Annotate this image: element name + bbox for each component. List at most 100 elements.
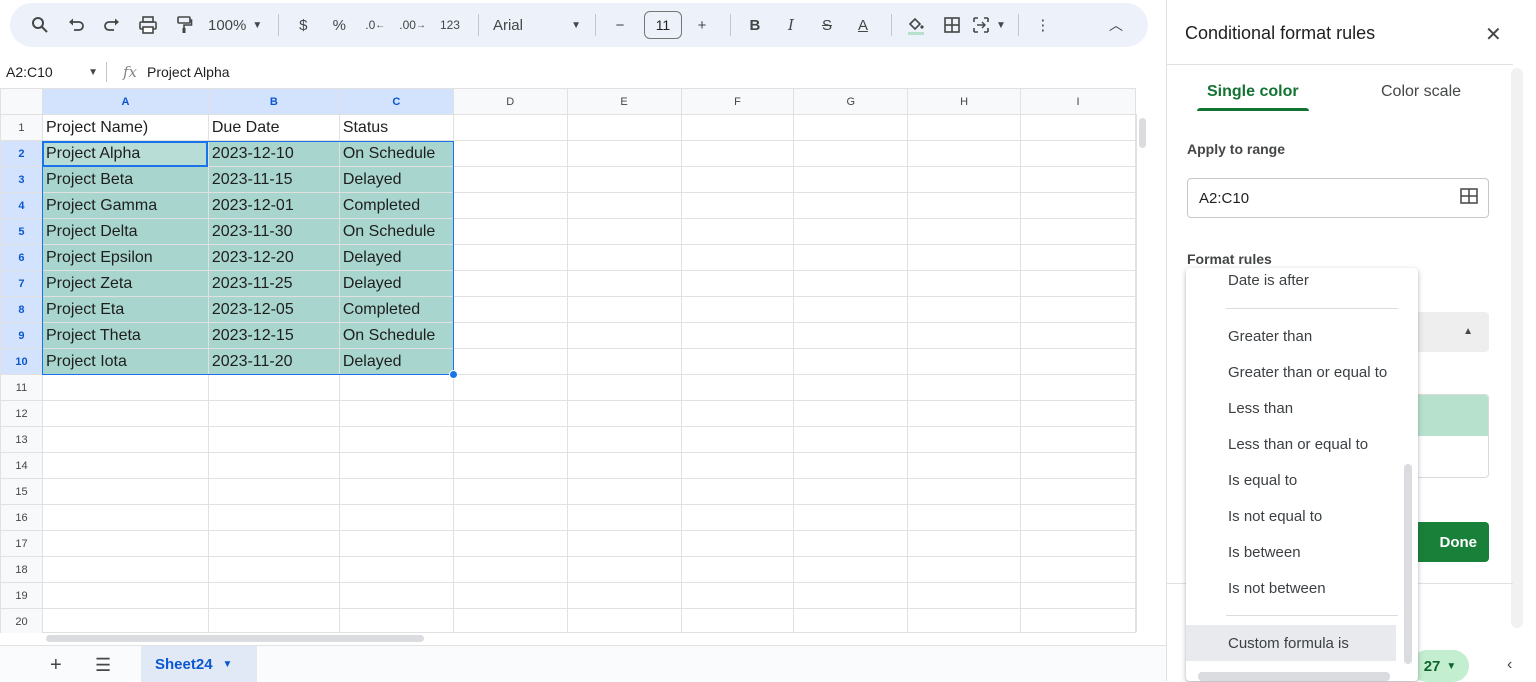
cell[interactable] bbox=[207, 530, 340, 557]
cell[interactable]: Delayed bbox=[338, 166, 454, 193]
cell[interactable] bbox=[338, 530, 454, 557]
cell[interactable] bbox=[452, 452, 568, 479]
cell[interactable] bbox=[680, 478, 795, 505]
zoom-select[interactable]: 100% ▼ bbox=[204, 9, 266, 41]
column-header[interactable]: D bbox=[452, 88, 568, 115]
column-header[interactable]: I bbox=[1020, 88, 1136, 115]
cell[interactable] bbox=[793, 426, 909, 453]
cell[interactable]: Delayed bbox=[338, 270, 454, 297]
cell[interactable] bbox=[1020, 374, 1136, 401]
cell[interactable] bbox=[41, 504, 209, 531]
cell[interactable]: 2023-12-10 bbox=[207, 140, 340, 167]
cell[interactable] bbox=[207, 426, 340, 453]
cell[interactable] bbox=[1020, 478, 1136, 505]
cell[interactable] bbox=[566, 530, 682, 557]
cell[interactable] bbox=[338, 504, 454, 531]
font-select[interactable]: Arial ▼ bbox=[487, 17, 587, 34]
row-header[interactable]: 3 bbox=[0, 166, 43, 193]
row-header[interactable]: 7 bbox=[0, 270, 43, 297]
row-header[interactable]: 1 bbox=[0, 114, 43, 141]
cell[interactable] bbox=[452, 244, 568, 271]
fill-color-icon[interactable] bbox=[900, 9, 932, 41]
cell[interactable] bbox=[907, 608, 1022, 633]
search-menus-icon[interactable] bbox=[24, 9, 56, 41]
add-sheet-icon[interactable]: + bbox=[50, 654, 62, 677]
cell[interactable] bbox=[1020, 244, 1136, 271]
cell[interactable] bbox=[338, 608, 454, 633]
cell[interactable]: Project Theta bbox=[41, 322, 209, 349]
cell[interactable] bbox=[793, 556, 909, 583]
cell[interactable]: 2023-11-15 bbox=[207, 166, 340, 193]
cell[interactable] bbox=[452, 166, 568, 193]
cell[interactable] bbox=[452, 530, 568, 557]
menu-item-date-after[interactable]: Date is after bbox=[1186, 268, 1418, 298]
row-header[interactable]: 17 bbox=[0, 530, 43, 557]
scroll-thumb[interactable] bbox=[1139, 118, 1146, 148]
cell[interactable] bbox=[793, 582, 909, 609]
cell[interactable] bbox=[452, 192, 568, 219]
explore-chip[interactable]: 27 ▼ bbox=[1411, 650, 1469, 682]
cell[interactable] bbox=[1020, 270, 1136, 297]
cell[interactable] bbox=[452, 114, 568, 141]
cell[interactable] bbox=[680, 400, 795, 427]
row-header[interactable]: 11 bbox=[0, 374, 43, 401]
cell[interactable] bbox=[452, 296, 568, 323]
cell[interactable] bbox=[680, 244, 795, 271]
cell[interactable] bbox=[566, 166, 682, 193]
sheet-tab[interactable]: Sheet24 ▼ bbox=[141, 646, 257, 682]
cell[interactable]: 2023-12-01 bbox=[207, 192, 340, 219]
more-options-icon[interactable]: ⋮ bbox=[1027, 9, 1059, 41]
strikethrough-button[interactable]: S bbox=[811, 9, 843, 41]
cell[interactable] bbox=[566, 374, 682, 401]
cell[interactable] bbox=[207, 374, 340, 401]
cell[interactable] bbox=[452, 374, 568, 401]
cell[interactable] bbox=[680, 218, 795, 245]
cell[interactable] bbox=[1020, 192, 1136, 219]
row-header[interactable]: 4 bbox=[0, 192, 43, 219]
cell[interactable] bbox=[1020, 166, 1136, 193]
cell[interactable] bbox=[793, 140, 909, 167]
cell[interactable] bbox=[1020, 140, 1136, 167]
cell[interactable] bbox=[41, 452, 209, 479]
cell[interactable] bbox=[793, 400, 909, 427]
merge-cells-icon[interactable]: ▼ bbox=[972, 9, 1006, 41]
column-header[interactable]: C bbox=[338, 88, 454, 115]
cell[interactable] bbox=[41, 478, 209, 505]
cell[interactable] bbox=[566, 556, 682, 583]
cell[interactable] bbox=[793, 114, 909, 141]
cell[interactable] bbox=[680, 608, 795, 633]
cell[interactable] bbox=[907, 270, 1022, 297]
cell[interactable] bbox=[680, 582, 795, 609]
row-header[interactable]: 8 bbox=[0, 296, 43, 323]
cell[interactable]: On Schedule bbox=[338, 218, 454, 245]
row-header[interactable]: 10 bbox=[0, 348, 43, 375]
cell[interactable] bbox=[793, 478, 909, 505]
cell[interactable] bbox=[793, 608, 909, 633]
increase-font-size-button[interactable]: + bbox=[686, 9, 718, 41]
menu-item-less-than[interactable]: Less than bbox=[1186, 390, 1418, 426]
menu-horizontal-scrollbar[interactable] bbox=[1198, 672, 1390, 681]
cell[interactable]: Completed bbox=[338, 296, 454, 323]
cell[interactable]: Project Alpha bbox=[41, 140, 209, 167]
row-header[interactable]: 15 bbox=[0, 478, 43, 505]
cell[interactable] bbox=[907, 348, 1022, 375]
cell[interactable] bbox=[566, 608, 682, 633]
cell[interactable] bbox=[793, 192, 909, 219]
menu-item-equal[interactable]: Is equal to bbox=[1186, 462, 1418, 498]
cell[interactable] bbox=[907, 140, 1022, 167]
cell[interactable] bbox=[207, 608, 340, 633]
cell[interactable]: On Schedule bbox=[338, 140, 454, 167]
menu-item-less-equal[interactable]: Less than or equal to bbox=[1186, 426, 1418, 462]
italic-button[interactable]: I bbox=[775, 9, 807, 41]
cell[interactable]: Project Iota bbox=[41, 348, 209, 375]
cell[interactable] bbox=[207, 582, 340, 609]
cell[interactable] bbox=[566, 192, 682, 219]
row-header[interactable]: 9 bbox=[0, 322, 43, 349]
cell[interactable] bbox=[907, 426, 1022, 453]
menu-item-between[interactable]: Is between bbox=[1186, 534, 1418, 570]
name-box[interactable]: A2:C10 ▼ bbox=[0, 64, 106, 80]
cell[interactable] bbox=[907, 218, 1022, 245]
row-header[interactable]: 6 bbox=[0, 244, 43, 271]
cell[interactable] bbox=[1020, 348, 1136, 375]
cell[interactable] bbox=[907, 400, 1022, 427]
